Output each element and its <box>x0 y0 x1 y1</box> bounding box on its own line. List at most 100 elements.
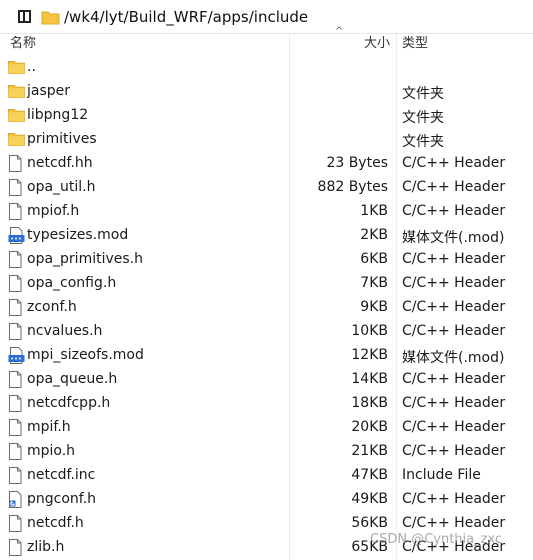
file-type: 媒体文件(.mod) <box>402 350 505 366</box>
file-name: mpi_sizeofs.mod <box>27 347 144 363</box>
file-name: opa_primitives.h <box>27 251 143 267</box>
file-row[interactable]: mpif.h 20KB C/C++ Header <box>0 416 533 440</box>
file-size: 49KB <box>351 491 388 507</box>
file-row[interactable]: netcdf.inc 47KB Include File <box>0 464 533 488</box>
file-type: C/C++ Header <box>402 371 506 387</box>
file-type: C/C++ Header <box>402 155 506 171</box>
file-icon <box>8 203 25 220</box>
file-icon <box>8 275 25 292</box>
file-size: 23 Bytes <box>326 155 388 171</box>
file-size: 47KB <box>351 467 388 483</box>
column-type-header[interactable]: 类型 <box>402 34 428 56</box>
file-icon <box>8 539 25 556</box>
folder-icon <box>8 83 25 100</box>
watermark: CSDN @Cynthia_zxc <box>370 532 503 547</box>
file-size: 7KB <box>360 275 388 291</box>
file-row[interactable]: mpiof.h 1KB C/C++ Header <box>0 200 533 224</box>
file-type: C/C++ Header <box>402 323 506 339</box>
file-icon <box>8 467 25 484</box>
file-name: pngconf.h <box>27 491 97 507</box>
file-icon <box>8 443 25 460</box>
file-name: opa_config.h <box>27 275 117 291</box>
file-type: C/C++ Header <box>402 179 506 195</box>
file-row[interactable]: .. <box>0 56 533 80</box>
file-name: netcdfcpp.h <box>27 395 111 411</box>
file-name: ncvalues.h <box>27 323 103 339</box>
file-name: netcdf.h <box>27 515 84 531</box>
file-name: libpng12 <box>27 107 89 123</box>
file-size: 6KB <box>360 251 388 267</box>
file-row[interactable]: opa_util.h 882 Bytes C/C++ Header <box>0 176 533 200</box>
file-type: Include File <box>402 467 481 483</box>
file-name: mpiof.h <box>27 203 80 219</box>
shortcut-file-icon <box>8 491 25 508</box>
file-size: 18KB <box>351 395 388 411</box>
file-row[interactable]: ncvalues.h 10KB C/C++ Header <box>0 320 533 344</box>
media-file-icon <box>8 227 25 244</box>
file-row[interactable]: jasper 文件夹 <box>0 80 533 104</box>
file-icon <box>8 155 25 172</box>
folder-icon <box>8 107 25 124</box>
file-type: C/C++ Header <box>402 515 506 531</box>
file-icon <box>8 251 25 268</box>
file-name: zlib.h <box>27 539 65 555</box>
file-name: opa_queue.h <box>27 371 118 387</box>
file-name: zconf.h <box>27 299 77 315</box>
file-type: C/C++ Header <box>402 251 506 267</box>
file-type: 文件夹 <box>402 110 444 126</box>
file-icon <box>8 323 25 340</box>
file-row[interactable]: zconf.h 9KB C/C++ Header <box>0 296 533 320</box>
file-name: jasper <box>27 83 71 99</box>
file-row[interactable]: typesizes.mod 2KB 媒体文件(.mod) <box>0 224 533 248</box>
file-name: mpio.h <box>27 443 76 459</box>
file-type: 文件夹 <box>402 134 444 150</box>
file-row[interactable]: netcdf.hh 23 Bytes C/C++ Header <box>0 152 533 176</box>
file-icon <box>8 395 25 412</box>
file-size: 56KB <box>351 515 388 531</box>
file-type: C/C++ Header <box>402 203 506 219</box>
file-row[interactable]: libpng12 文件夹 <box>0 104 533 128</box>
preview-pane-icon[interactable] <box>18 10 31 23</box>
column-name-header[interactable]: 名称 <box>10 34 36 56</box>
file-type: C/C++ Header <box>402 395 506 411</box>
column-size-header[interactable]: 大小 <box>290 34 390 56</box>
file-type: C/C++ Header <box>402 275 506 291</box>
file-size: 10KB <box>351 323 388 339</box>
file-icon <box>8 299 25 316</box>
file-type: C/C++ Header <box>402 419 506 435</box>
folder-icon <box>8 131 25 148</box>
file-row[interactable]: opa_primitives.h 6KB C/C++ Header <box>0 248 533 272</box>
file-row[interactable]: mpio.h 21KB C/C++ Header <box>0 440 533 464</box>
file-name: typesizes.mod <box>27 227 129 243</box>
file-size: 12KB <box>351 347 388 363</box>
file-icon <box>8 515 25 532</box>
file-name: netcdf.inc <box>27 467 96 483</box>
file-name: opa_util.h <box>27 179 96 195</box>
address-path[interactable]: /wk4/lyt/Build_WRF/apps/include <box>64 8 308 26</box>
folder-icon <box>8 59 25 76</box>
sort-indicator: ^ <box>335 26 344 37</box>
file-row[interactable]: mpi_sizeofs.mod 12KB 媒体文件(.mod) <box>0 344 533 368</box>
file-row[interactable]: netcdfcpp.h 18KB C/C++ Header <box>0 392 533 416</box>
file-icon <box>8 179 25 196</box>
file-size: 1KB <box>360 203 388 219</box>
column-header: 名称 大小 类型 <box>0 34 533 56</box>
file-list: .. jasper 文件夹 libpng12 文件夹 primitives 文件夹 netcd… <box>0 56 533 560</box>
file-icon <box>8 419 25 436</box>
file-row[interactable]: primitives 文件夹 <box>0 128 533 152</box>
file-row[interactable]: pngconf.h 49KB C/C++ Header <box>0 488 533 512</box>
file-name: mpif.h <box>27 419 71 435</box>
file-name: primitives <box>27 131 97 147</box>
file-size: 14KB <box>351 371 388 387</box>
address-bar: /wk4/lyt/Build_WRF/apps/include <box>0 0 533 34</box>
media-file-icon <box>8 347 25 364</box>
file-size: 2KB <box>360 227 388 243</box>
file-name: netcdf.hh <box>27 155 93 171</box>
file-type: C/C++ Header <box>402 299 506 315</box>
file-type: C/C++ Header <box>402 491 506 507</box>
file-type: C/C++ Header <box>402 443 506 459</box>
folder-icon <box>41 9 60 29</box>
file-size: 20KB <box>351 419 388 435</box>
file-row[interactable]: opa_queue.h 14KB C/C++ Header <box>0 368 533 392</box>
file-row[interactable]: opa_config.h 7KB C/C++ Header <box>0 272 533 296</box>
